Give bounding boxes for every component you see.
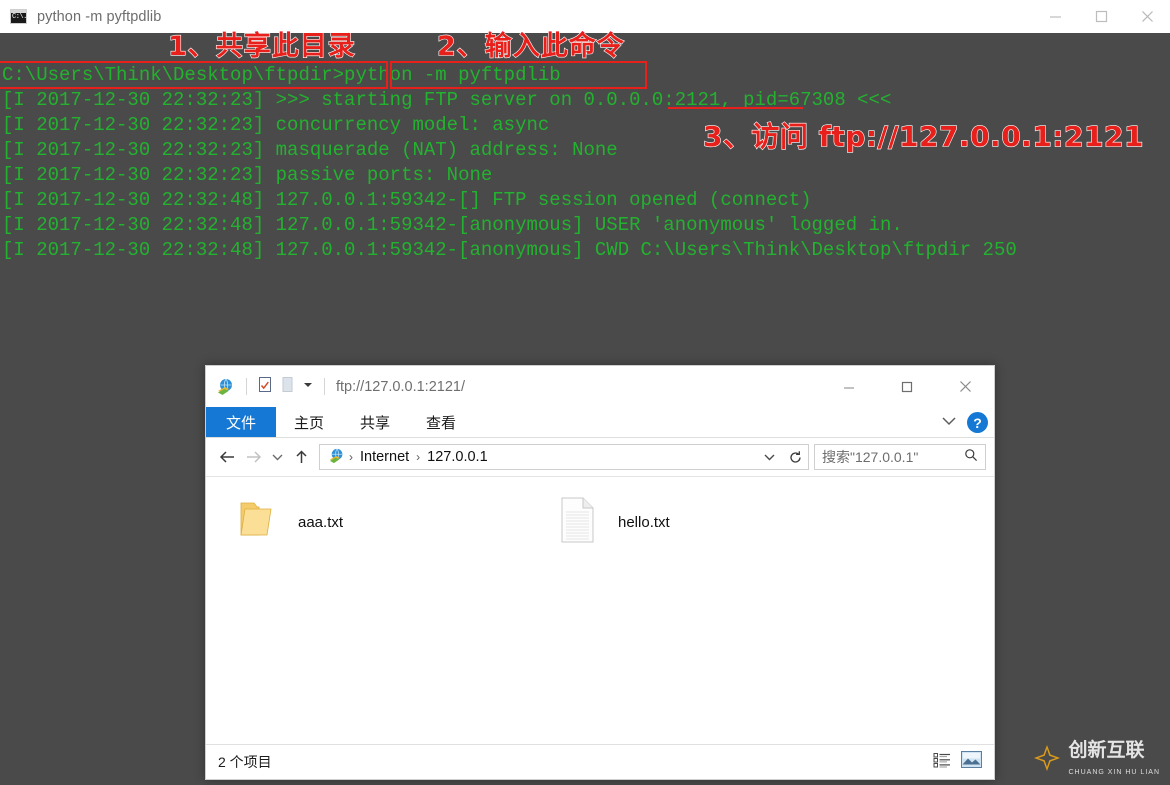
large-icons-view-icon[interactable]: [961, 751, 982, 773]
maximize-icon[interactable]: [878, 366, 936, 407]
minimize-icon[interactable]: [1032, 0, 1078, 33]
chevron-down-icon[interactable]: [941, 414, 957, 432]
console-line: [I 2017-12-30 22:32:48] 127.0.0.1:59342-…: [0, 188, 1170, 213]
console-line: C:\Users\Think\Desktop\ftpdir>python -m …: [0, 63, 1170, 88]
ribbon-right-controls: ?: [941, 407, 988, 438]
breadcrumb: › Internet › 127.0.0.1: [320, 448, 756, 466]
address-bar-row: › Internet › 127.0.0.1 搜索"127.0.0.1": [206, 438, 994, 476]
tab-file[interactable]: 文件: [206, 407, 276, 437]
annotation-step-1: 1、共享此目录: [168, 24, 356, 63]
watermark: 创新互联 CHUANG XIN HU LIAN: [1032, 741, 1160, 779]
search-icon[interactable]: [964, 448, 978, 467]
chevron-down-icon[interactable]: [302, 378, 314, 396]
console-line: [I 2017-12-30 22:32:23] passive ports: N…: [0, 163, 1170, 188]
watermark-name-cn: 创新互联: [1068, 739, 1144, 761]
console-line: [I 2017-12-30 22:32:23] >>> starting FTP…: [0, 88, 1170, 113]
console-lines: C:\Users\Think\Desktop\ftpdir>python -m …: [0, 63, 1170, 263]
file-grid: aaa.txt he: [222, 491, 978, 553]
close-icon[interactable]: [936, 366, 994, 407]
recent-locations-button[interactable]: [266, 443, 288, 471]
file-name: hello.txt: [618, 514, 670, 531]
refresh-icon[interactable]: [782, 445, 808, 469]
file-list-area[interactable]: aaa.txt he: [206, 476, 994, 744]
toolbar-separator: [246, 378, 247, 395]
search-input[interactable]: 搜索"127.0.0.1": [814, 444, 986, 470]
details-view-icon[interactable]: [933, 752, 952, 773]
tab-view[interactable]: 查看: [408, 407, 474, 437]
explorer-title: ftp://127.0.0.1:2121/: [336, 379, 465, 395]
chevron-down-icon[interactable]: [756, 445, 782, 469]
maximize-icon[interactable]: [1078, 0, 1124, 33]
annotation-step-2: 2、输入此命令: [437, 24, 625, 63]
console-line: [I 2017-12-30 22:32:48] 127.0.0.1:59342-…: [0, 238, 1170, 263]
toolbar-separator: [324, 378, 325, 395]
ftp-globe-icon: [329, 448, 348, 466]
annotation-underline-address: [668, 107, 803, 109]
help-icon[interactable]: ?: [967, 412, 988, 433]
item-count: 2 个项目: [218, 752, 272, 772]
address-bar[interactable]: › Internet › 127.0.0.1: [319, 444, 809, 470]
breadcrumb-item-host[interactable]: 127.0.0.1: [421, 449, 493, 465]
address-bar-buttons: [756, 445, 808, 469]
status-bar: 2 个项目: [206, 744, 994, 779]
breadcrumb-item-internet[interactable]: Internet: [354, 449, 415, 465]
explorer-window: ftp://127.0.0.1:2121/ 文件 主页 共享 查看 ?: [205, 365, 995, 780]
tab-share[interactable]: 共享: [342, 407, 408, 437]
explorer-window-controls: [820, 366, 994, 407]
console-window-controls: [1032, 0, 1170, 33]
watermark-text: 创新互联 CHUANG XIN HU LIAN: [1068, 741, 1160, 779]
minimize-icon[interactable]: [820, 366, 878, 407]
close-icon[interactable]: [1124, 0, 1170, 33]
view-mode-buttons: [933, 751, 982, 773]
new-folder-icon[interactable]: [280, 376, 295, 398]
console-title: python -m pyftpdlib: [37, 9, 161, 25]
star-logo-icon: [1032, 743, 1062, 778]
list-item[interactable]: hello.txt: [542, 491, 862, 553]
search-placeholder: 搜索"127.0.0.1": [822, 447, 918, 467]
quick-access-toolbar: [206, 376, 328, 398]
file-name: aaa.txt: [298, 514, 343, 531]
folder-icon: [238, 499, 278, 546]
forward-button[interactable]: [240, 443, 266, 471]
ftp-globe-icon[interactable]: [217, 378, 236, 396]
explorer-titlebar[interactable]: ftp://127.0.0.1:2121/: [206, 366, 994, 407]
properties-icon[interactable]: [257, 376, 273, 398]
up-button[interactable]: [288, 443, 314, 471]
tab-home[interactable]: 主页: [276, 407, 342, 437]
text-file-icon: [558, 496, 598, 549]
terminal-icon: [10, 9, 27, 24]
list-item[interactable]: aaa.txt: [222, 491, 542, 553]
watermark-name-en: CHUANG XIN HU LIAN: [1068, 769, 1160, 776]
ribbon-tabs: 文件 主页 共享 查看 ?: [206, 407, 994, 438]
annotation-step-3: 3、访问 ftp://127.0.0.1:2121: [703, 115, 1144, 155]
back-button[interactable]: [214, 443, 240, 471]
console-line: [I 2017-12-30 22:32:48] 127.0.0.1:59342-…: [0, 213, 1170, 238]
